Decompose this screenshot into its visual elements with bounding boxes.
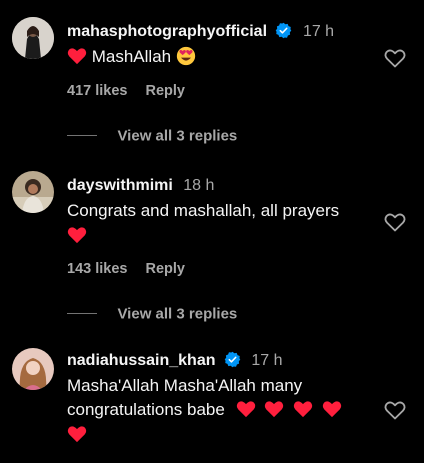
like-count[interactable]: 143 likes (67, 261, 127, 277)
comment-body: MashAllah (91, 47, 172, 66)
timestamp: 18 h (183, 177, 215, 194)
comment-meta: 417 likes Reply (67, 83, 185, 99)
reply-button[interactable]: Reply (146, 261, 186, 277)
view-replies-toggle[interactable]: View all 3 replies (67, 305, 237, 325)
red-heart-emoji-icon (265, 401, 284, 418)
timestamp: 17 h (251, 352, 283, 369)
red-heart-emoji-icon (293, 401, 313, 418)
verified-badge-icon (276, 22, 292, 39)
comment-meta: 143 likes Reply (67, 261, 185, 277)
comment-body: Congrats and mashallah, all prayers (67, 201, 340, 220)
verified-badge-icon (224, 351, 241, 368)
timestamp: 17 h (302, 23, 335, 40)
avatar[interactable] (12, 348, 54, 390)
replies-divider (67, 135, 97, 137)
red-heart-emoji-icon (67, 48, 87, 65)
red-heart-emoji-icon (322, 401, 341, 418)
view-replies-label[interactable]: View all 3 replies (117, 127, 237, 144)
comment-text: Masha'Allah Masha'Allah many congratulat… (67, 374, 377, 447)
heart-outline-icon[interactable] (383, 398, 407, 422)
view-replies-toggle[interactable]: View all 3 replies (67, 127, 237, 147)
comment-header: nadiahussain_khan 17 h (67, 350, 283, 372)
like-count[interactable]: 417 likes (67, 83, 127, 99)
avatar[interactable] (12, 17, 54, 59)
comment-body-line-1: Masha'Allah Masha'Allah many (67, 376, 303, 395)
heart-outline-icon[interactable] (383, 210, 407, 234)
comment-text: Congrats and mashallah, all prayers (67, 199, 377, 248)
red-heart-emoji-icon (236, 401, 255, 418)
avatar[interactable] (12, 171, 54, 213)
replies-divider (67, 313, 97, 315)
comment-header: dayswithmimi 18 h (67, 175, 214, 197)
reply-button[interactable]: Reply (146, 83, 186, 99)
view-replies-label[interactable]: View all 3 replies (117, 305, 237, 322)
comment-header: mahasphotographyofficial 17 h (67, 21, 334, 43)
comment-text: MashAllah (67, 45, 196, 69)
red-heart-emoji-icon (67, 227, 87, 244)
heart-outline-icon[interactable] (383, 46, 407, 70)
heart-eyes-emoji-icon (176, 46, 196, 66)
username[interactable]: nadiahussain_khan (67, 352, 216, 369)
comment-body-line-2: congratulations babe (67, 400, 225, 419)
username[interactable]: mahasphotographyofficial (67, 23, 267, 40)
red-heart-emoji-icon (67, 426, 87, 443)
username[interactable]: dayswithmimi (67, 177, 173, 194)
